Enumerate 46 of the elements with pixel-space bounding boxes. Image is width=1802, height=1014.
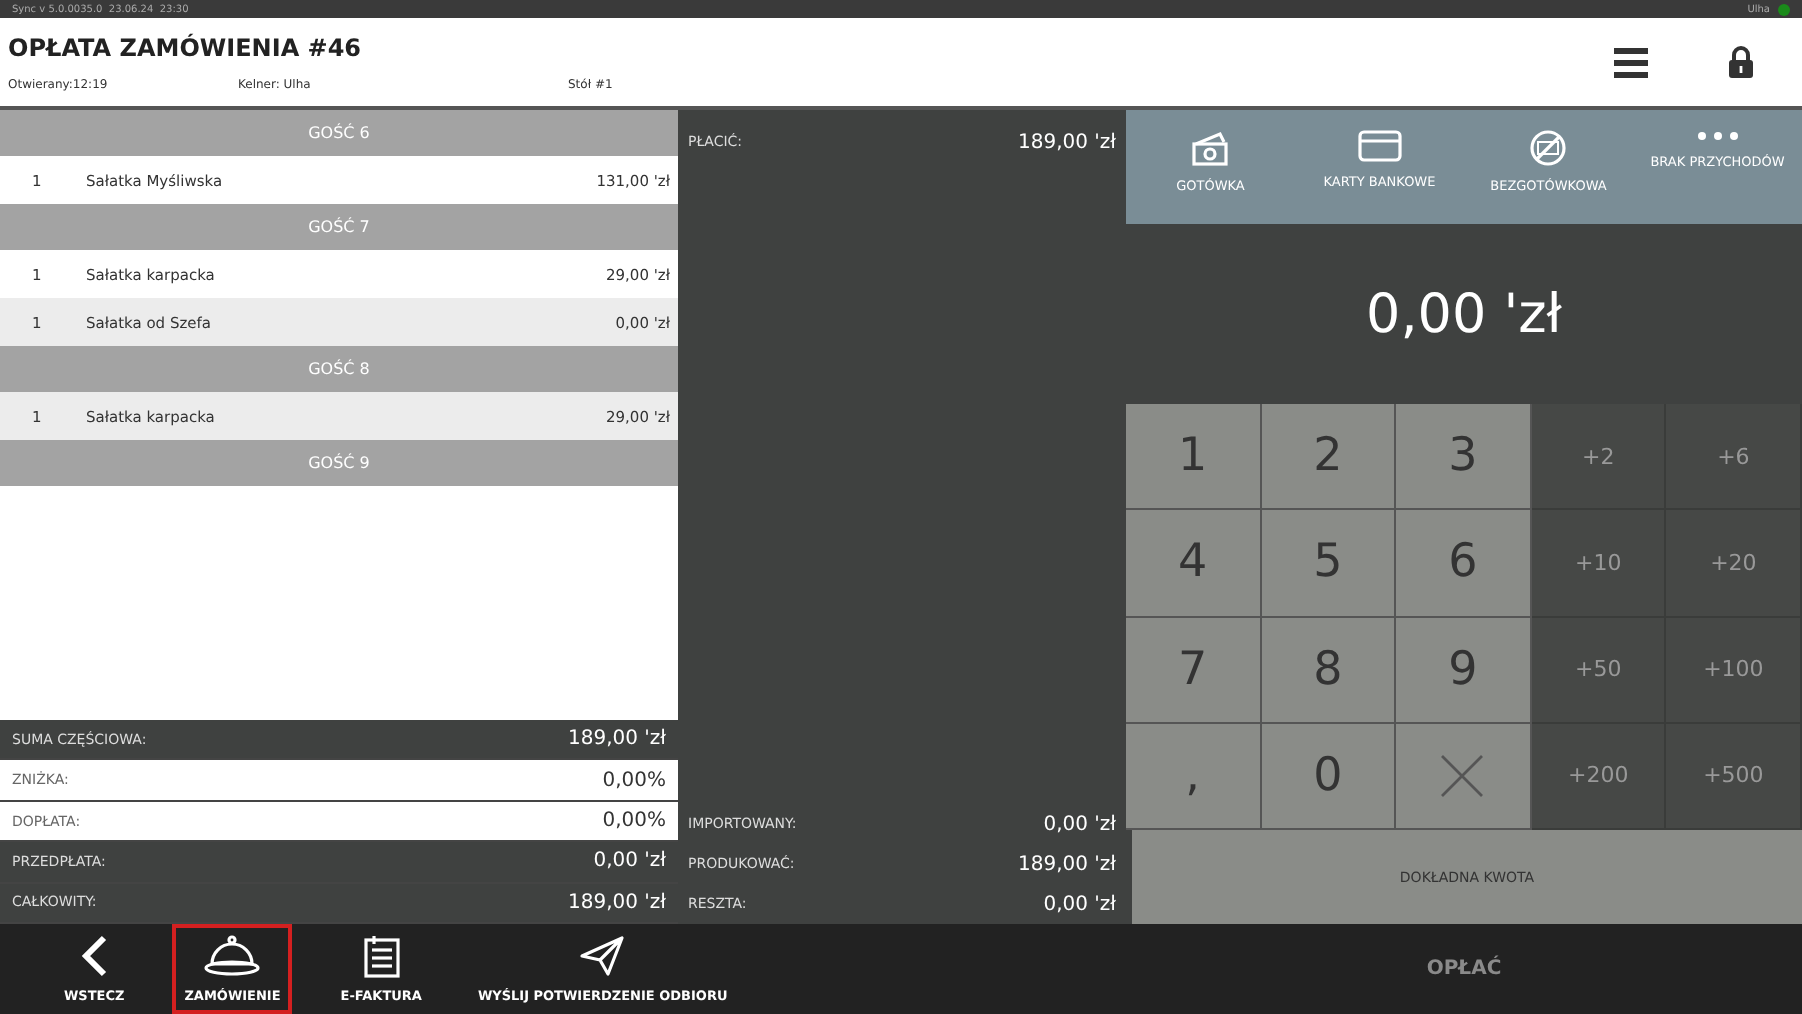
keypad-key[interactable]: 4: [1126, 510, 1262, 617]
guest-header[interactable]: GOŚĆ 9: [0, 440, 678, 486]
keypad-key[interactable]: 9: [1396, 617, 1532, 724]
lock-icon[interactable]: [1728, 46, 1754, 78]
keypad-key[interactable]: +200: [1531, 723, 1667, 830]
keypad-key[interactable]: 8: [1261, 617, 1397, 724]
menu-icon[interactable]: [1614, 47, 1648, 77]
total-value: 0,00%: [602, 810, 666, 833]
total-value: 0,00 'zł: [593, 850, 666, 873]
pay-value: 189,00 'zł: [1017, 131, 1116, 153]
keypad-key[interactable]: 1: [1126, 404, 1262, 511]
keypad-key[interactable]: 2: [1261, 404, 1397, 511]
keypad-key[interactable]: +20: [1666, 510, 1802, 617]
keypad-key[interactable]: +100: [1666, 617, 1802, 724]
credit-card-icon: [1357, 130, 1402, 162]
guest-header[interactable]: GOŚĆ 7: [0, 204, 678, 250]
close-icon: [1440, 753, 1485, 798]
keypad-key[interactable]: 5: [1261, 510, 1397, 617]
summary-value: 189,00 'zł: [1017, 853, 1116, 875]
total-value: 189,00 'zł: [567, 728, 666, 751]
back-icon: [80, 934, 109, 978]
serving-cloche-icon: [202, 934, 263, 978]
keypad-key[interactable]: 7: [1126, 617, 1262, 724]
page-title: OPŁATA ZAMÓWIENIA #46: [8, 33, 364, 61]
total-value: 189,00 'zł: [567, 891, 666, 914]
total-value: 0,00%: [602, 769, 666, 792]
document-icon: [361, 934, 402, 978]
keypad-key[interactable]: 6: [1396, 510, 1532, 617]
keypad-key[interactable]: 3: [1396, 404, 1532, 511]
crossed-card-icon: [1530, 130, 1567, 166]
keypad-key[interactable]: ,: [1126, 723, 1262, 830]
keypad-key[interactable]: +6: [1666, 404, 1802, 511]
summary-value: 0,00 'zł: [1043, 813, 1116, 835]
more-icon: [1695, 130, 1740, 142]
keypad-key[interactable]: +500: [1666, 723, 1802, 830]
paper-plane-icon: [578, 934, 627, 978]
cash-icon: [1190, 130, 1231, 166]
keypad-key[interactable]: +2: [1531, 404, 1667, 511]
summary-value: 0,00 'zł: [1043, 893, 1116, 915]
online-dot-icon: [1778, 3, 1790, 15]
guest-header[interactable]: GOŚĆ 8: [0, 346, 678, 392]
keypad-key[interactable]: +10: [1531, 510, 1667, 617]
keypad-key[interactable]: +50: [1531, 617, 1667, 724]
guest-header[interactable]: GOŚĆ 6: [0, 110, 678, 156]
amount-value: 0,00 'zł: [1366, 283, 1562, 345]
keypad-key[interactable]: 0: [1261, 723, 1397, 830]
